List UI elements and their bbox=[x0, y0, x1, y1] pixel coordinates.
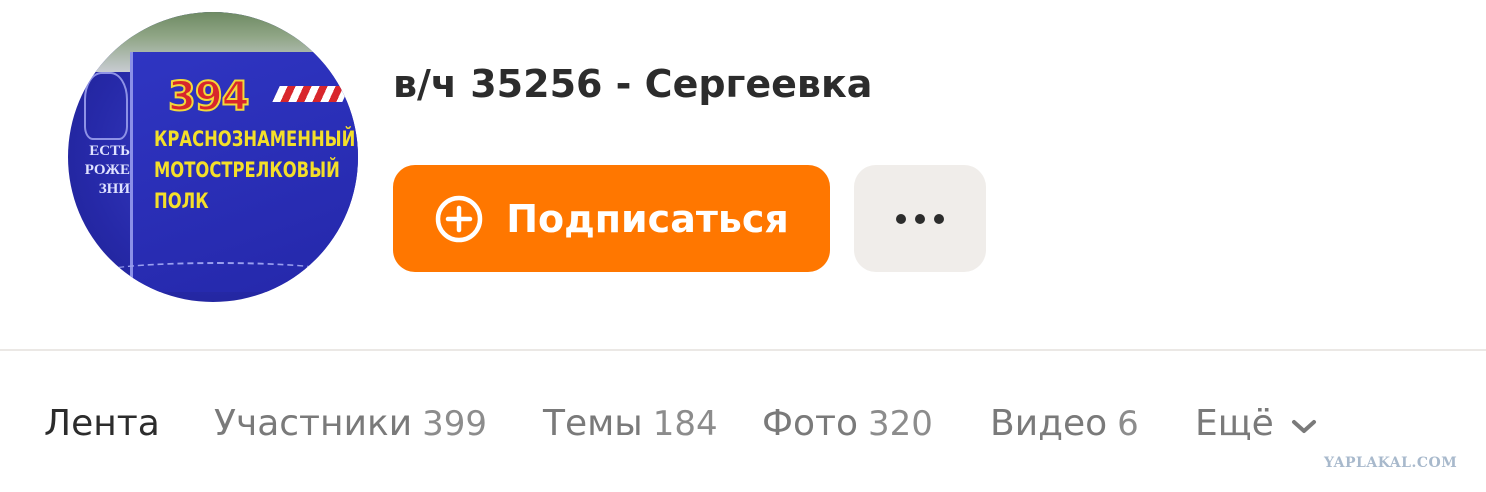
avatar-sign-line: ПОЛК bbox=[154, 189, 209, 213]
tab-count: 184 bbox=[652, 404, 718, 444]
tab-photos[interactable]: Фото 320 bbox=[762, 403, 933, 449]
tab-feed[interactable]: Лента bbox=[44, 403, 160, 449]
avatar-sign-line: КРАСНОЗНАМЕННЫЙ bbox=[154, 127, 356, 151]
tab-members[interactable]: Участники 399 bbox=[214, 403, 487, 449]
watermark: YAPLAKAL.COM bbox=[1324, 455, 1458, 471]
avatar-side-line: РОЖЕ bbox=[84, 162, 130, 178]
avatar-sign-text: КРАСНОЗНАМЕННЫЙ МОТОСТРЕЛКОВЫЙ ПОЛК bbox=[154, 124, 355, 217]
tab-label: Ещё bbox=[1195, 403, 1274, 444]
avatar-decoration bbox=[98, 262, 338, 284]
group-title: в/ч 35256 - Сергеевка bbox=[393, 62, 873, 106]
group-header: ЕСТЬ РОЖЕ ЗНИ 394 КРАСНОЗНАМЕННЫЙ МОТОСТ… bbox=[0, 0, 1486, 350]
emblem-icon bbox=[84, 72, 128, 140]
tab-more[interactable]: Ещё bbox=[1195, 403, 1320, 449]
avatar-side-line: ЗНИ bbox=[98, 181, 130, 197]
group-avatar[interactable]: ЕСТЬ РОЖЕ ЗНИ 394 КРАСНОЗНАМЕННЫЙ МОТОСТ… bbox=[68, 12, 358, 302]
avatar-number: 394 bbox=[167, 73, 250, 121]
tab-label: Фото bbox=[762, 403, 859, 444]
plus-circle-icon bbox=[435, 195, 483, 242]
subscribe-button[interactable]: Подписаться bbox=[393, 165, 830, 272]
tab-label: Видео bbox=[990, 403, 1108, 444]
tab-count: 320 bbox=[868, 404, 933, 444]
tab-count: 6 bbox=[1117, 404, 1139, 444]
tab-topics[interactable]: Темы 184 bbox=[543, 403, 718, 449]
tab-videos[interactable]: Видео 6 bbox=[990, 403, 1139, 449]
more-dots-icon bbox=[896, 213, 944, 224]
tab-label: Темы bbox=[543, 403, 643, 444]
tab-label: Участники bbox=[214, 403, 413, 444]
subscribe-label: Подписаться bbox=[506, 196, 789, 241]
avatar-sign-line: МОТОСТРЕЛКОВЫЙ bbox=[154, 158, 340, 182]
chevron-down-icon bbox=[1291, 420, 1316, 433]
avatar-side-line: ЕСТЬ bbox=[89, 143, 130, 159]
tab-label: Лента bbox=[44, 403, 160, 444]
avatar-side-text: ЕСТЬ РОЖЕ ЗНИ bbox=[70, 142, 130, 199]
more-actions-button[interactable] bbox=[854, 165, 986, 272]
tab-count: 399 bbox=[422, 404, 488, 444]
group-tabs: Лента Участники 399 Темы 184 Фото 320 Ви… bbox=[0, 351, 1486, 492]
avatar-flag bbox=[272, 86, 350, 102]
